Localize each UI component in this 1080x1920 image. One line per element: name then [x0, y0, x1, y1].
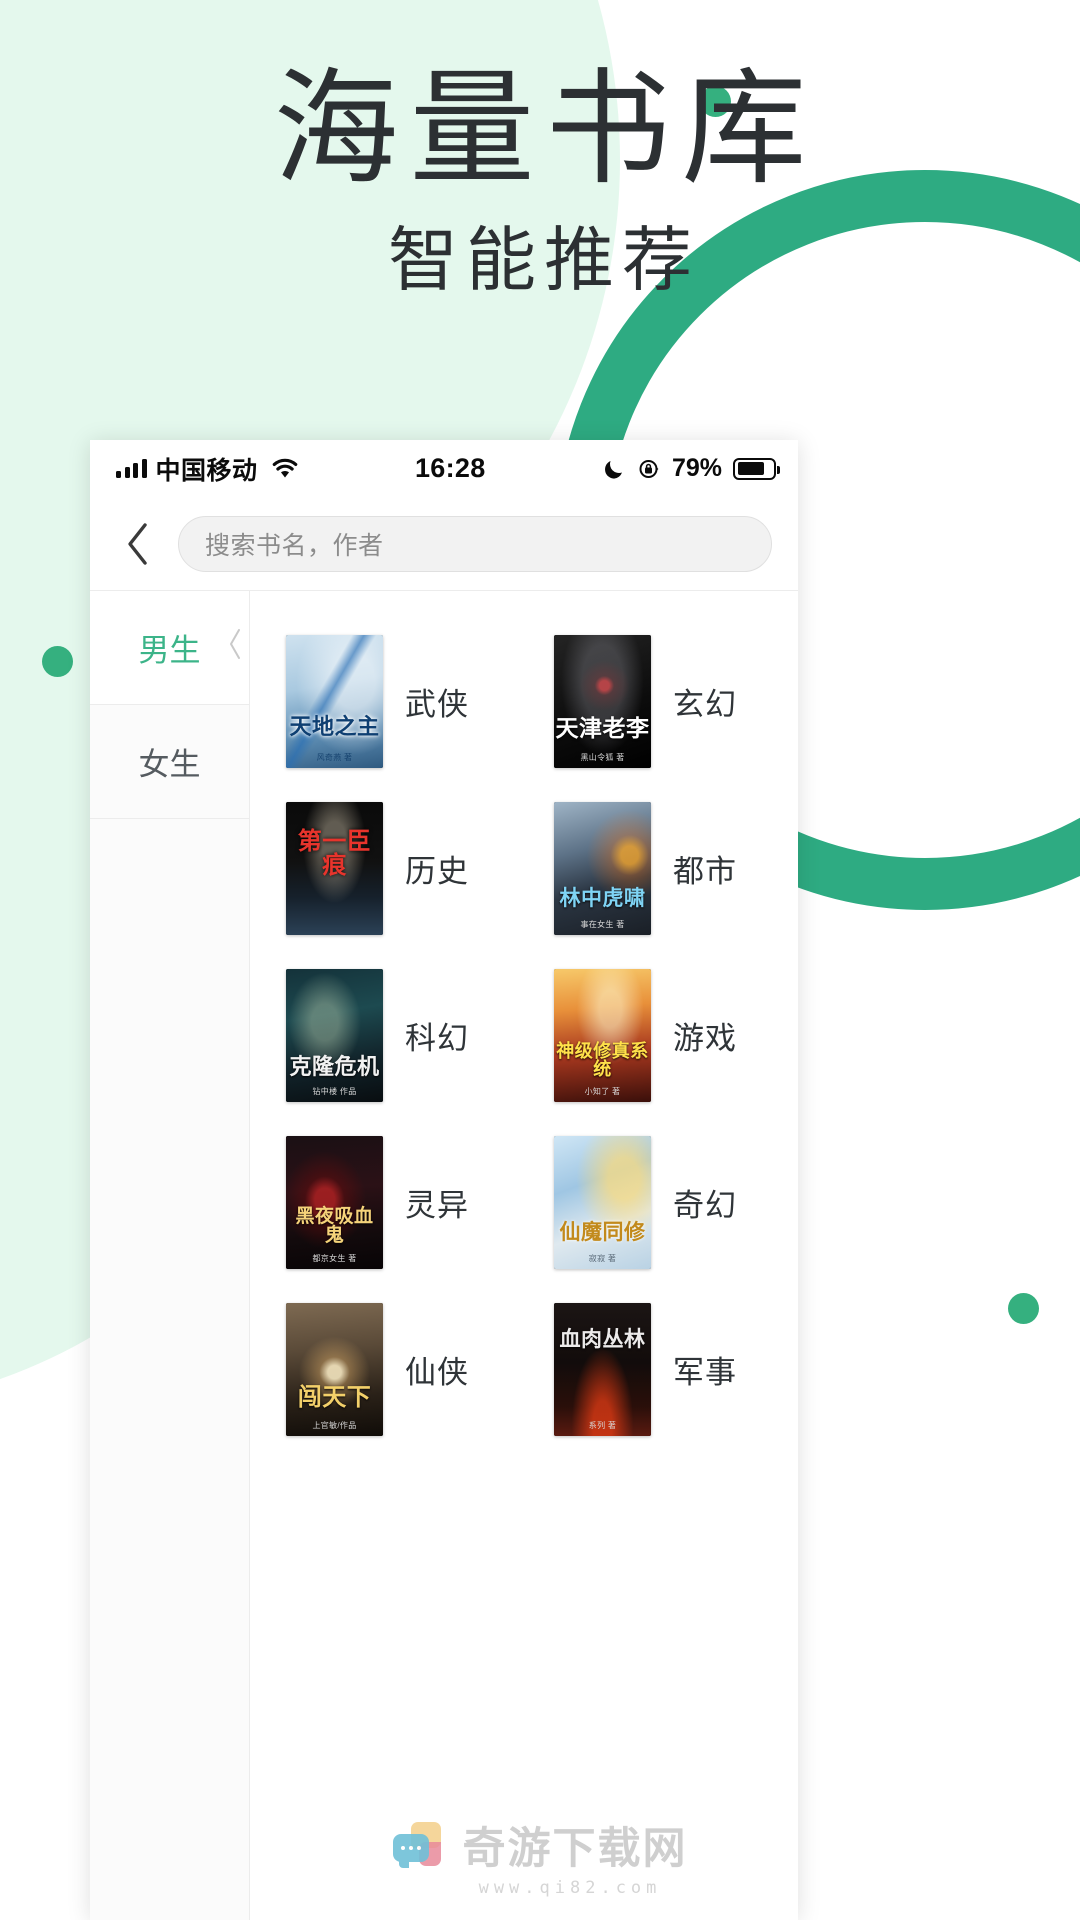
category-cell-lishi[interactable]: 第一臣痕 历史 — [250, 785, 524, 952]
grid-row: 闯天下 上官敏/作品 仙侠 血肉丛林 系列 著 军事 — [250, 1286, 798, 1453]
grid-row: 天地之主 风奇燕 著 武侠 天津老李 黑山令狐 著 玄幻 — [250, 618, 798, 785]
signal-bars-icon — [116, 459, 147, 478]
book-cover: 林中虎啸 事在女生 著 — [554, 802, 651, 935]
battery-percent-label: 79% — [671, 454, 722, 482]
status-bar: 中国移动 16:28 79% — [90, 440, 798, 497]
back-button[interactable] — [112, 518, 164, 570]
category-cell-wuxia[interactable]: 天地之主 风奇燕 著 武侠 — [250, 618, 524, 785]
book-cover: 闯天下 上官敏/作品 — [286, 1303, 383, 1436]
book-cover-title: 血肉丛林 — [559, 1327, 646, 1351]
book-cover-author: 系列 著 — [588, 1421, 617, 1430]
category-label: 游戏 — [673, 1021, 737, 1056]
book-cover-title: 天津老李 — [555, 716, 650, 741]
book-cover-author: 风奇燕 著 — [316, 753, 353, 762]
category-label: 奇幻 — [673, 1188, 737, 1223]
category-sidebar: 男生 女生 — [90, 591, 250, 1920]
book-cover: 神级修真系统 小知了 著 — [554, 969, 651, 1102]
rotation-lock-icon — [637, 457, 661, 481]
search-input[interactable]: 搜索书名，作者 — [178, 515, 772, 572]
grid-row: 克隆危机 钻中楼 作品 科幻 神级修真系统 小知了 著 游戏 — [250, 952, 798, 1119]
book-cover: 天地之主 风奇燕 著 — [286, 635, 383, 768]
book-cover-title: 第一臣痕 — [297, 829, 372, 879]
accent-dot-right — [1008, 1293, 1039, 1324]
wifi-icon — [271, 458, 299, 479]
book-cover-title: 克隆危机 — [289, 1054, 380, 1079]
book-cover-title: 闯天下 — [297, 1385, 372, 1411]
chevron-left-icon — [227, 627, 243, 669]
book-cover-title: 黑夜吸血鬼 — [295, 1206, 374, 1246]
accent-dot-left — [42, 646, 73, 677]
category-label: 科幻 — [405, 1021, 469, 1056]
grid-row: 黑夜吸血鬼 都京女生 著 灵异 仙魔同修 寂寂 著 奇幻 — [250, 1119, 798, 1286]
category-label: 仙侠 — [405, 1355, 469, 1390]
back-chevron-icon — [125, 522, 151, 566]
category-cell-youxi[interactable]: 神级修真系统 小知了 著 游戏 — [524, 952, 798, 1119]
category-label: 都市 — [673, 854, 737, 889]
book-cover-author: 上官敏/作品 — [312, 1421, 357, 1430]
category-label: 军事 — [673, 1355, 737, 1390]
book-cover-author: 都京女生 著 — [312, 1254, 357, 1263]
promo-title-main: 海量书库 — [273, 62, 818, 200]
category-label: 灵异 — [405, 1188, 469, 1223]
category-grid: 天地之主 风奇燕 著 武侠 天津老李 黑山令狐 著 玄幻 第一臣痕 历史 林中虎… — [250, 591, 798, 1920]
promo-headline: 海量书库 智能推荐 — [0, 58, 1080, 304]
category-label: 玄幻 — [673, 687, 737, 722]
book-cover-title: 林中虎啸 — [559, 886, 646, 910]
book-cover: 第一臣痕 — [286, 802, 383, 935]
book-cover: 克隆危机 钻中楼 作品 — [286, 969, 383, 1102]
promo-title-sub: 智能推荐 — [388, 222, 700, 300]
search-header: 搜索书名，作者 — [90, 497, 798, 590]
book-cover: 血肉丛林 系列 著 — [554, 1303, 651, 1436]
book-cover-author: 钻中楼 作品 — [312, 1087, 357, 1096]
book-cover-title: 天地之主 — [289, 714, 380, 739]
search-placeholder-text: 搜索书名，作者 — [205, 531, 384, 560]
status-bar-clock: 16:28 — [414, 453, 486, 483]
phone-screenshot-frame: 中国移动 16:28 79% 搜索书名，作者 男生 女生 天地之主 风奇燕 著 … — [90, 440, 798, 1920]
book-cover-author: 小知了 著 — [584, 1087, 621, 1096]
category-cell-lingyi[interactable]: 黑夜吸血鬼 都京女生 著 灵异 — [250, 1119, 524, 1286]
book-cover-author: 寂寂 著 — [588, 1254, 617, 1263]
catalog-body: 男生 女生 天地之主 风奇燕 著 武侠 天津老李 黑山令狐 著 玄幻 第一臣痕 … — [90, 590, 798, 1920]
category-cell-xuanhuan[interactable]: 天津老李 黑山令狐 著 玄幻 — [524, 618, 798, 785]
sidebar-item-label: 男生 — [138, 633, 201, 668]
book-cover-title: 神级修真系统 — [556, 1041, 649, 1079]
status-bar-right: 79% — [602, 454, 780, 483]
category-cell-junshi[interactable]: 血肉丛林 系列 著 军事 — [524, 1286, 798, 1453]
book-cover-author: 黑山令狐 著 — [580, 753, 625, 762]
book-cover: 天津老李 黑山令狐 著 — [554, 635, 651, 768]
status-bar-left: 中国移动 — [116, 451, 299, 487]
category-cell-xianxia[interactable]: 闯天下 上官敏/作品 仙侠 — [250, 1286, 524, 1453]
moon-icon — [602, 457, 626, 481]
book-cover-author: 事在女生 著 — [580, 920, 625, 929]
category-cell-dushi[interactable]: 林中虎啸 事在女生 著 都市 — [524, 785, 798, 952]
category-cell-qihuan[interactable]: 仙魔同修 寂寂 著 奇幻 — [524, 1119, 798, 1286]
category-label: 历史 — [405, 854, 469, 889]
sidebar-item-male[interactable]: 男生 — [90, 591, 249, 705]
sidebar-item-female[interactable]: 女生 — [90, 705, 249, 819]
carrier-label: 中国移动 — [155, 456, 258, 485]
category-cell-kehuan[interactable]: 克隆危机 钻中楼 作品 科幻 — [250, 952, 524, 1119]
book-cover: 黑夜吸血鬼 都京女生 著 — [286, 1136, 383, 1269]
book-cover: 仙魔同修 寂寂 著 — [554, 1136, 651, 1269]
battery-icon — [733, 457, 780, 480]
category-label: 武侠 — [405, 687, 469, 722]
sidebar-item-label: 女生 — [138, 747, 201, 782]
grid-row: 第一臣痕 历史 林中虎啸 事在女生 著 都市 — [250, 785, 798, 952]
book-cover-title: 仙魔同修 — [559, 1220, 646, 1244]
